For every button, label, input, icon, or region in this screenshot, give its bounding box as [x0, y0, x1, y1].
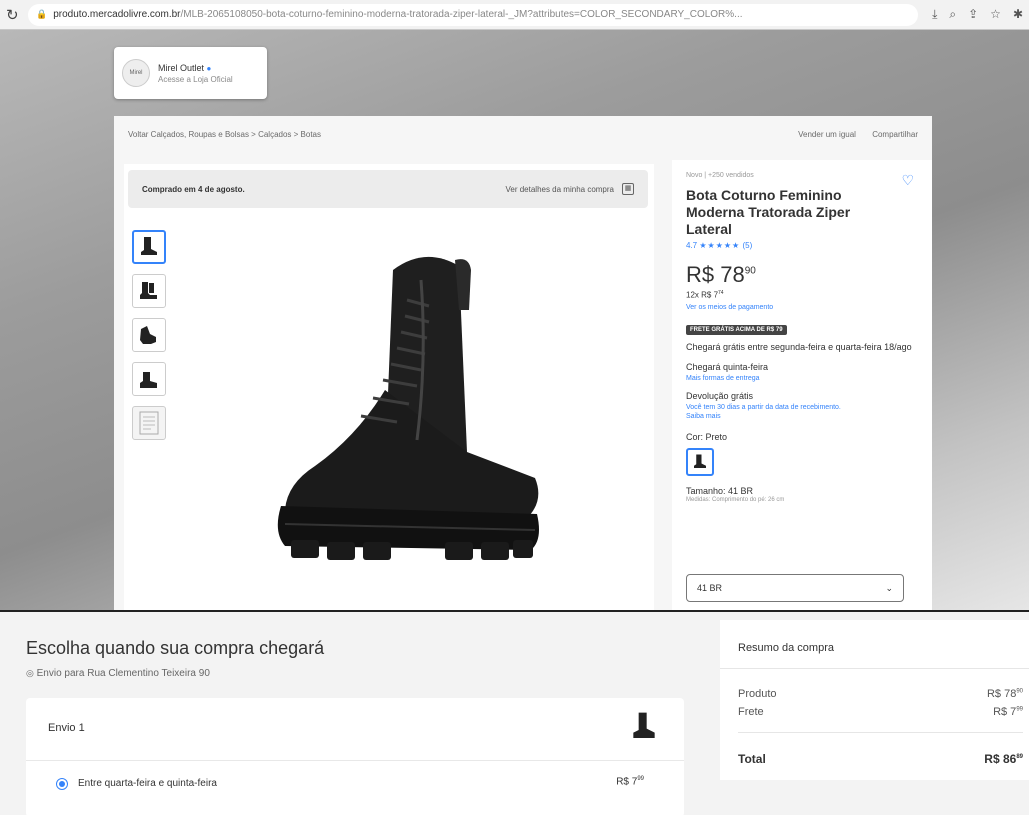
installments: 12x R$ 774 [686, 290, 724, 300]
share-link[interactable]: Compartilhar [872, 130, 918, 139]
calendar-icon: ▦ [622, 183, 634, 195]
reload-icon[interactable]: ↻ [6, 6, 20, 24]
size-chart-icon [139, 411, 159, 435]
divider [738, 732, 1023, 733]
breadcrumb-path[interactable]: Voltar Calçados, Roupas e Bolsas > Calça… [128, 130, 321, 139]
browser-actions: ⤓ ⌕ ⇪ ☆ ✱ [932, 7, 1023, 22]
delivery-option-radio[interactable] [56, 778, 68, 790]
size-label: Tamanho: 41 BR [686, 485, 754, 496]
rating-value: 4.7 [686, 241, 698, 250]
size-measure: Medidas: Comprimento do pé: 26 cm [686, 496, 785, 503]
url-path: /MLB-2065108050-bota-coturno-feminino-mo… [180, 9, 743, 20]
summary-row-total: Total R$ 8689 [738, 752, 1023, 766]
summary-row-shipping: Frete R$ 799 [738, 706, 1023, 718]
order-summary: Resumo da compra Produto R$ 7890 Frete R… [720, 620, 1029, 780]
shipment-card: Envio 1 Entre quarta-feira e quinta-feir… [26, 698, 684, 815]
product-rating[interactable]: 4.7 ★★★★★ (5) [686, 241, 918, 250]
divider [720, 668, 1029, 669]
product-panel: Voltar Calçados, Roupas e Bolsas > Calça… [114, 116, 932, 610]
store-card[interactable]: Mirel Mirel Outlet ● Acesse a Loja Ofici… [114, 47, 267, 99]
purchase-details-label: Ver detalhes da minha compra [505, 184, 614, 194]
install-icon[interactable]: ⤓ [932, 7, 937, 22]
size-select[interactable]: 41 BR ⌄ [686, 574, 904, 602]
return-learn-more-link[interactable]: Saiba mais [686, 413, 918, 420]
lock-icon: 🔒 [36, 9, 48, 19]
checkout-section: Escolha quando sua compra chegará ◎ Envi… [0, 610, 1029, 815]
return-text: Você tem 30 dias a partir da data de rec… [686, 403, 841, 411]
color-swatch-black[interactable] [686, 447, 714, 476]
location-pin-icon: ◎ [26, 668, 34, 678]
thumbnail-list [132, 230, 172, 450]
product-title: Bota Coturno Feminino Moderna Tratorada … [686, 187, 851, 237]
boot-image [277, 256, 539, 560]
delivery-option-label[interactable]: Entre quarta-feira e quinta-feira [78, 778, 217, 789]
shipping-address: ◎ Envio para Rua Clementino Teixeira 90 [26, 668, 210, 679]
bookmark-star-icon[interactable]: ☆ [990, 7, 1001, 22]
share-icon[interactable]: ⇪ [968, 7, 978, 22]
summary-product-value: R$ 7890 [986, 688, 1023, 700]
address-bar[interactable]: 🔒 produto.mercadolivre.com.br/MLB-206510… [28, 3, 919, 26]
purchased-title: Comprado em 4 de agosto. [142, 184, 245, 194]
url-text: produto.mercadolivre.com.br/MLB-20651080… [53, 9, 742, 20]
boot-icon [140, 282, 157, 299]
product-info-column: Novo | +250 vendidos ♡ Bota Coturno Femi… [672, 160, 932, 610]
gallery-column: Comprado em 4 de agosto. Ver detalhes da… [124, 164, 654, 610]
checkout-title: Escolha quando sua compra chegará [26, 638, 325, 658]
summary-total-value: R$ 8689 [984, 752, 1023, 766]
installments-cents: 74 [718, 290, 724, 296]
chevron-down-icon: ⌄ [885, 582, 893, 593]
rating-count: (5) [742, 241, 753, 250]
size-select-value: 41 BR [697, 583, 723, 593]
purchased-notice: Comprado em 4 de agosto. Ver detalhes da… [128, 170, 648, 208]
breadcrumb: Voltar Calçados, Roupas e Bolsas > Calça… [128, 130, 918, 139]
thumbnail-3[interactable] [132, 318, 166, 352]
product-image[interactable] [220, 230, 630, 590]
purchase-details-link[interactable]: Ver detalhes da minha compra ▦ [505, 183, 634, 195]
store-logo: Mirel [122, 59, 150, 87]
summary-title: Resumo da compra [738, 642, 834, 654]
divider [26, 760, 684, 761]
price-cents: 90 [744, 265, 756, 277]
browser-toolbar: ↻ 🔒 produto.mercadolivre.com.br/MLB-2065… [0, 0, 1029, 30]
shipment-label: Envio 1 [48, 722, 85, 734]
thumbnail-size-chart[interactable] [132, 406, 166, 440]
condition-text: Novo | +250 vendidos [686, 172, 754, 179]
summary-shipping-value: R$ 799 [993, 706, 1023, 718]
address-text: Envio para Rua Clementino Teixeira 90 [36, 668, 210, 679]
product-price: R$ 7890 [686, 262, 756, 287]
search-icon[interactable]: ⌕ [949, 7, 956, 22]
thumbnail-4[interactable] [132, 362, 166, 396]
boot-icon [140, 372, 157, 388]
extensions-icon[interactable]: ✱ [1013, 7, 1023, 22]
boot-icon [141, 237, 157, 255]
more-shipping-link[interactable]: Mais formas de entrega [686, 375, 918, 382]
payment-methods-link[interactable]: Ver os meios de pagamento [686, 304, 918, 311]
store-name: Mirel Outlet ● [158, 62, 212, 73]
summary-total-label: Total [738, 752, 766, 766]
verified-icon: ● [206, 63, 212, 73]
thumbnail-1[interactable] [132, 230, 166, 264]
delivery-option-price: R$ 799 [616, 776, 644, 788]
shipping-thursday: Chegará quinta-feira [686, 361, 769, 372]
heart-icon[interactable]: ♡ [901, 172, 914, 189]
sell-similar-link[interactable]: Vender um igual [798, 130, 856, 139]
rating-stars-icon: ★★★★★ [699, 241, 741, 250]
return-title: Devolução grátis [686, 390, 754, 401]
boot-icon [694, 454, 706, 468]
summary-row-product: Produto R$ 7890 [738, 688, 1023, 700]
thumbnail-2[interactable] [132, 274, 166, 308]
option-price-cents: 99 [637, 776, 644, 782]
shipping-info: Chegará grátis entre segunda-feira e qua… [686, 341, 912, 352]
summary-shipping-label: Frete [738, 706, 764, 718]
color-label: Cor: Preto [686, 431, 728, 442]
free-shipping-badge: FRETE GRÁTIS ACIMA DE R$ 79 [686, 324, 787, 335]
boot-icon [633, 712, 655, 738]
summary-product-label: Produto [738, 688, 777, 700]
url-domain: produto.mercadolivre.com.br [53, 9, 181, 20]
boot-icon [140, 326, 156, 344]
store-subtitle[interactable]: Acesse a Loja Oficial [158, 75, 233, 84]
